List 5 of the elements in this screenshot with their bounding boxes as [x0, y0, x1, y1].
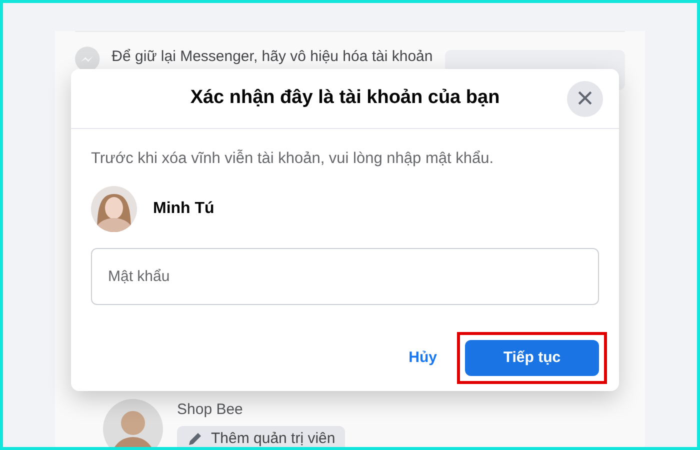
- page-name: Shop Bee: [177, 400, 244, 420]
- instruction-text: Trước khi xóa vĩnh viễn tài khoản, vui lòng nhập mật khẩu.: [91, 148, 495, 169]
- user-name: Minh Tú: [153, 199, 214, 220]
- messenger-note: Để giữ lại Messenger, hãy vô hiệu hóa tài khoản: [112, 47, 433, 67]
- dialog-title: Xác nhận đây là tài khoản của bạn: [190, 86, 500, 110]
